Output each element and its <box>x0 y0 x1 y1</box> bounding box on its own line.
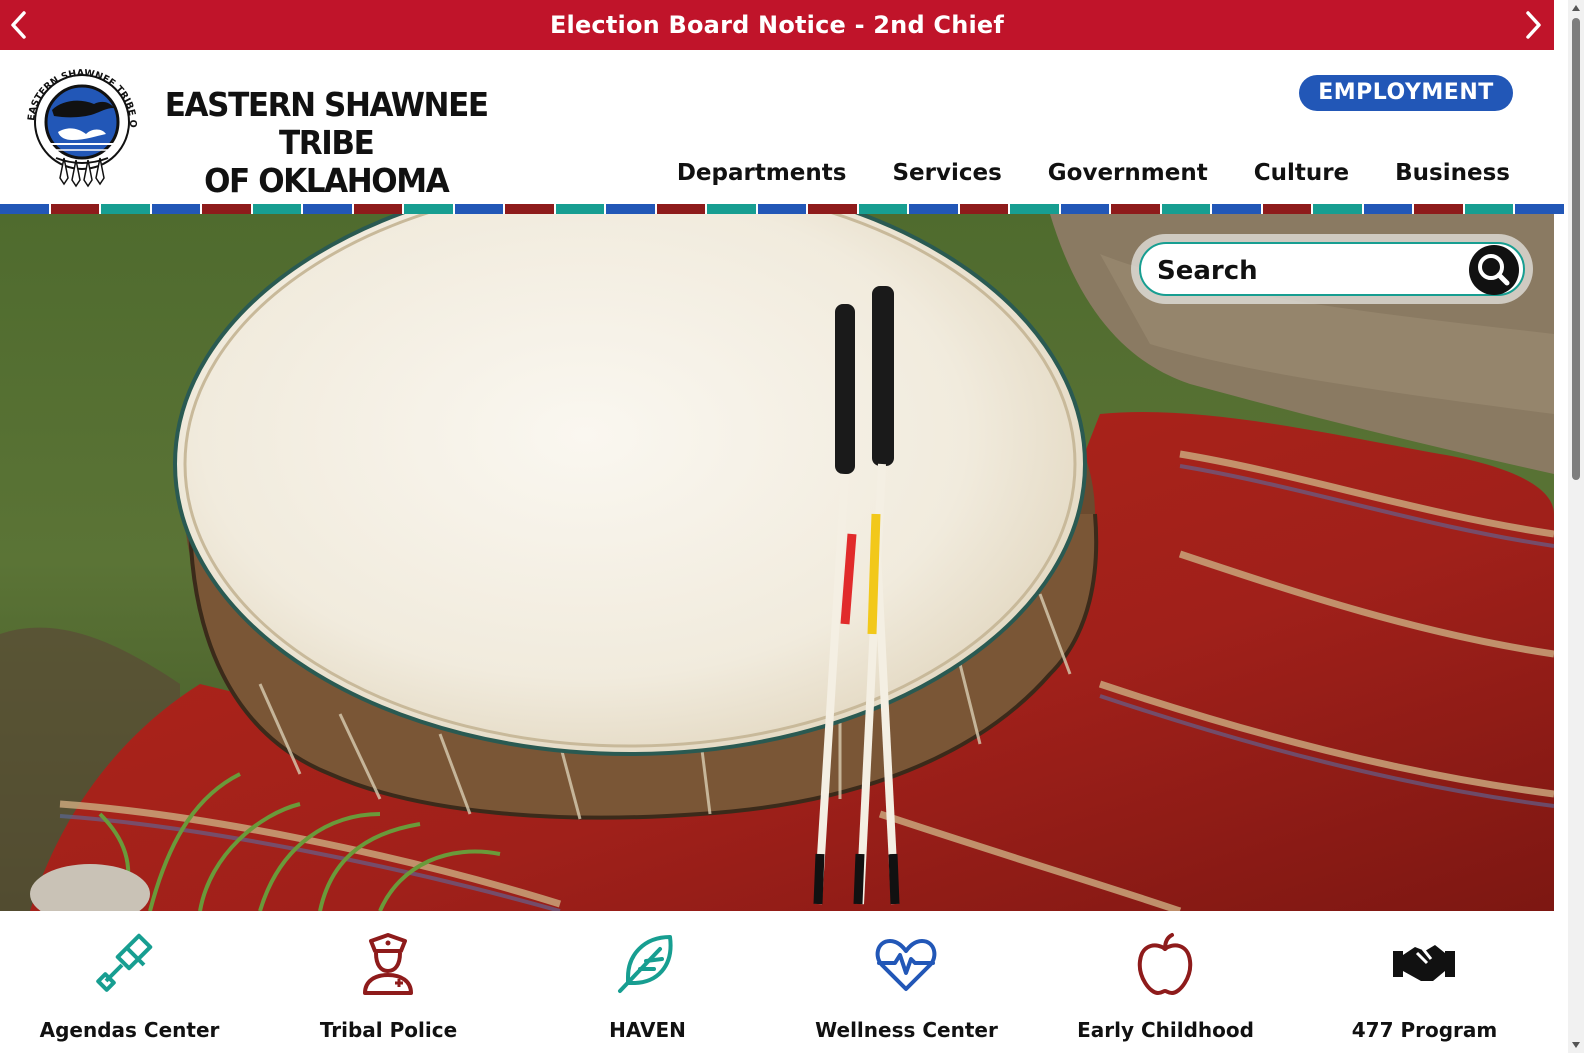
search-container <box>1131 234 1533 304</box>
scroll-up-icon[interactable] <box>1571 3 1581 13</box>
quick-link-477-program[interactable]: 477 Program <box>1295 911 1554 1053</box>
gavel-icon <box>96 933 153 992</box>
quick-link-label: Agendas Center <box>39 1018 220 1042</box>
page-scrollbar[interactable] <box>1568 0 1584 1053</box>
feather-icon <box>618 935 673 993</box>
quick-link-label: Early Childhood <box>1077 1018 1254 1042</box>
employment-button[interactable]: EMPLOYMENT <box>1299 75 1513 111</box>
site-title-line2: OF OKLAHOMA <box>204 161 450 200</box>
police-officer-icon <box>363 933 413 995</box>
site-title-line1: EASTERN SHAWNEE TRIBE <box>164 85 489 162</box>
quick-link-early-childhood[interactable]: Early Childhood <box>1036 911 1295 1053</box>
site-header: EASTERN SHAWNEE TRIBE OF OKLAHOMA EASTER… <box>0 50 1554 204</box>
quick-link-tribal-police[interactable]: Tribal Police <box>259 911 518 1053</box>
search-button[interactable] <box>1469 245 1519 295</box>
quick-link-wellness-center[interactable]: Wellness Center <box>777 911 1036 1053</box>
nav-item-government[interactable]: Government <box>1048 160 1208 186</box>
chevron-right-icon[interactable] <box>1518 8 1548 42</box>
nav-item-departments[interactable]: Departments <box>677 160 847 186</box>
alert-banner: Election Board Notice - 2nd Chief <box>0 0 1554 50</box>
quick-link-label: Tribal Police <box>319 1018 458 1042</box>
search-box <box>1139 242 1525 296</box>
scroll-down-icon[interactable] <box>1571 1040 1581 1050</box>
heartbeat-icon <box>875 939 937 991</box>
quick-links-bar: Agendas Center Tribal Police HAVEN Welln… <box>0 911 1554 1053</box>
tribal-seal-logo[interactable]: EASTERN SHAWNEE TRIBE OF OKLAHOMA <box>20 62 144 192</box>
hero-image <box>0 214 1554 911</box>
scrollbar-thumb[interactable] <box>1572 18 1580 480</box>
main-nav: Departments Services Government Culture … <box>677 160 1510 186</box>
handshake-icon <box>1393 945 1455 981</box>
search-icon <box>1478 254 1510 286</box>
quick-link-haven[interactable]: HAVEN <box>518 911 777 1053</box>
quick-link-label: HAVEN <box>609 1018 686 1042</box>
quick-link-label: 477 Program <box>1351 1018 1498 1042</box>
drum-photo <box>0 214 1554 911</box>
nav-item-business[interactable]: Business <box>1395 160 1510 186</box>
decorative-stripe <box>0 204 1566 214</box>
apple-icon <box>1137 933 1193 995</box>
quick-link-agendas-center[interactable]: Agendas Center <box>0 911 259 1053</box>
search-input[interactable] <box>1157 256 1457 286</box>
alert-link[interactable]: Election Board Notice - 2nd Chief <box>0 11 1554 39</box>
nav-item-culture[interactable]: Culture <box>1254 160 1349 186</box>
nav-item-services[interactable]: Services <box>892 160 1001 186</box>
site-title[interactable]: EASTERN SHAWNEE TRIBE OF OKLAHOMA <box>157 86 495 200</box>
quick-link-label: Wellness Center <box>815 1018 998 1042</box>
